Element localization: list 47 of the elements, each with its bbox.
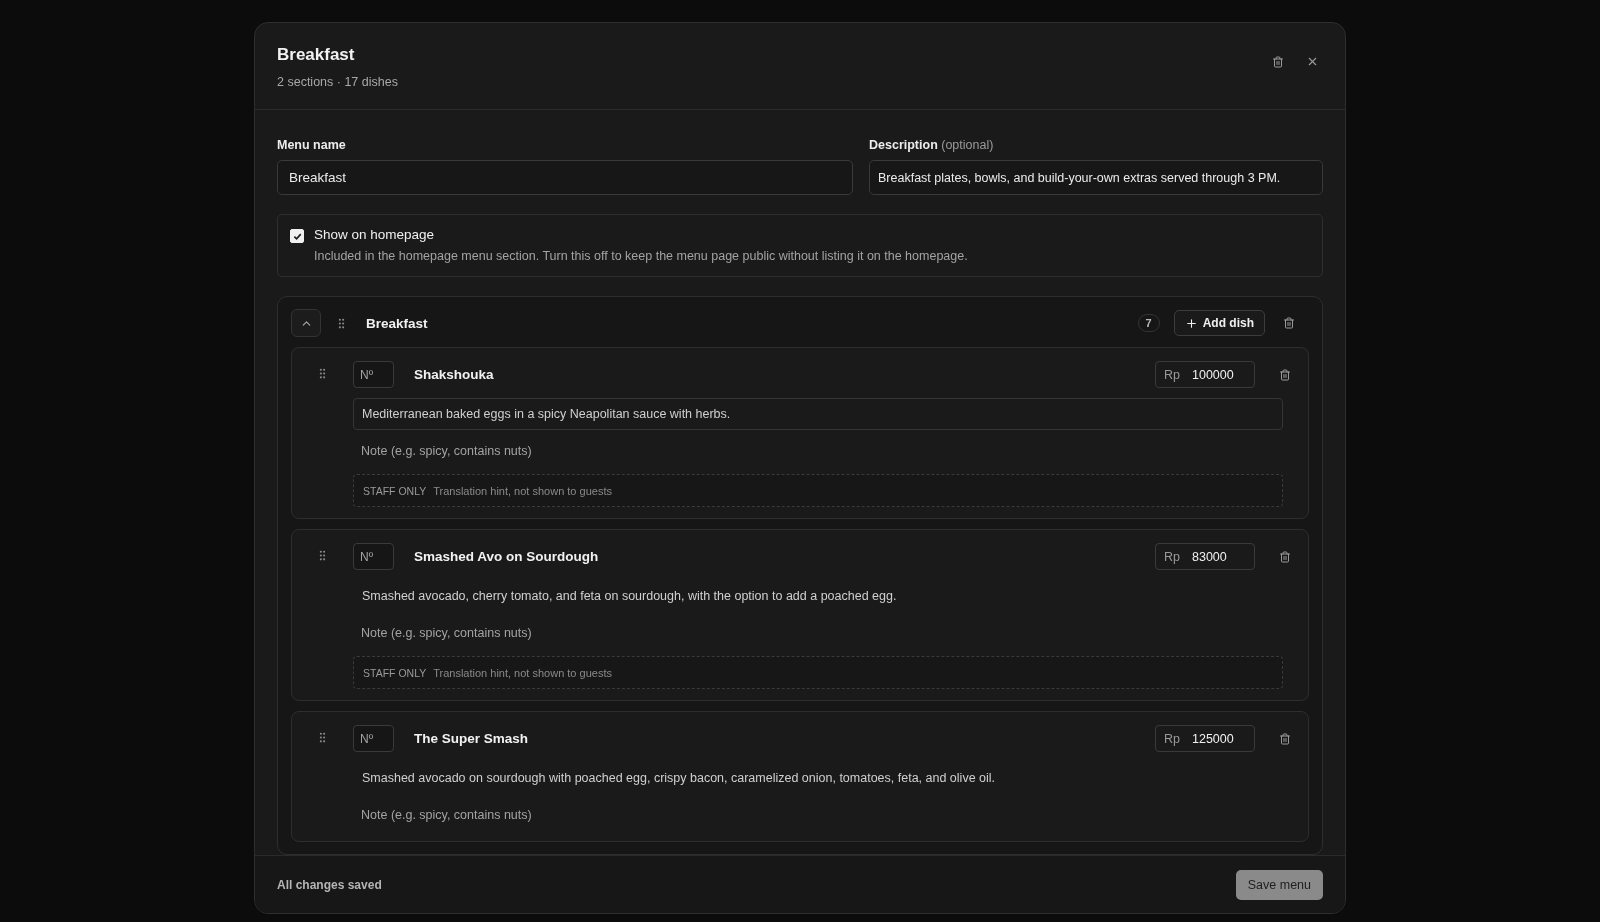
checkbox[interactable] — [290, 229, 304, 243]
number-field[interactable]: Nº — [353, 725, 394, 752]
price-value: 100000 — [1192, 367, 1234, 382]
plus-icon — [1184, 316, 1198, 330]
dish-description[interactable]: Smashed avocado on sourdough with poached egg, crispy bacon, caramelized onion, tomatoes, feta, and olive oil. — [353, 762, 1283, 794]
staff-only-label: STAFF ONLY — [363, 666, 427, 679]
translation-hint-field[interactable]: Translation hint, not shown to guests — [433, 484, 1273, 497]
note-field[interactable]: Note (e.g. spicy, contains nuts) — [353, 800, 1283, 830]
currency-label: Rp — [1164, 731, 1180, 746]
staff-only-label: STAFF ONLY — [363, 484, 427, 497]
dish-name: The Super Smash — [414, 731, 530, 746]
trash-icon — [1279, 368, 1291, 381]
dialog-subtitle: 2 sections · 17 dishes — [277, 75, 398, 89]
note-field[interactable]: Note (e.g. spicy, contains nuts) — [353, 618, 1283, 648]
dish-description[interactable]: Mediterranean baked eggs in a spicy Neapolitan sauce with herbs. — [353, 398, 1283, 430]
description-field[interactable]: Breakfast plates, bowls, and build-your-own extras served through 3 PM. — [869, 160, 1323, 195]
number-field[interactable]: Nº — [353, 543, 394, 570]
trash-icon — [1279, 550, 1291, 563]
staff-hint-field[interactable]: STAFF ONLY Translation hint, not shown to guests — [353, 656, 1283, 689]
price-field[interactable]: Rp 125000 — [1155, 725, 1255, 752]
close-icon — [1306, 55, 1319, 68]
dish-description[interactable]: Smashed avocado, cherry tomato, and feta on sourdough, with the option to add a poached egg. — [353, 580, 1283, 612]
price-field[interactable]: Rp 83000 — [1155, 543, 1255, 570]
note-field[interactable]: Note (e.g. spicy, contains nuts) — [353, 436, 1283, 466]
price-value: 125000 — [1192, 731, 1234, 746]
trash-icon — [1283, 317, 1295, 329]
dish-name: Smashed Avo on Sourdough — [414, 549, 600, 564]
currency-label: Rp — [1164, 549, 1180, 564]
price-value: 83000 — [1192, 549, 1227, 564]
section-title: Breakfast — [366, 315, 429, 331]
price-field[interactable]: Rp 100000 — [1155, 361, 1255, 388]
translation-hint-field[interactable]: Translation hint, not shown to guests — [433, 666, 1273, 679]
currency-label: Rp — [1164, 367, 1180, 382]
save-button[interactable]: Save menu — [1235, 869, 1323, 900]
field-label: Description (optional) — [869, 138, 995, 152]
staff-hint-field[interactable]: STAFF ONLY Translation hint, not shown to guests — [353, 474, 1283, 507]
help-text: Included in the homepage menu section. Turn this off to keep the menu page public without listing it on the homepage. — [314, 249, 968, 263]
trash-icon — [1279, 732, 1291, 745]
number-field[interactable]: Nº — [353, 361, 394, 388]
add-dish-button[interactable]: Add dish — [1173, 310, 1265, 336]
field-label: Menu name — [277, 138, 347, 152]
dish-name: Shakshouka — [414, 367, 495, 382]
trash-icon — [1272, 55, 1284, 68]
dialog-title: Breakfast — [277, 45, 356, 65]
save-status: All changes saved — [277, 877, 382, 892]
menu-name-field[interactable]: Breakfast — [277, 160, 853, 195]
checkbox-label: Show on homepage — [314, 227, 436, 242]
